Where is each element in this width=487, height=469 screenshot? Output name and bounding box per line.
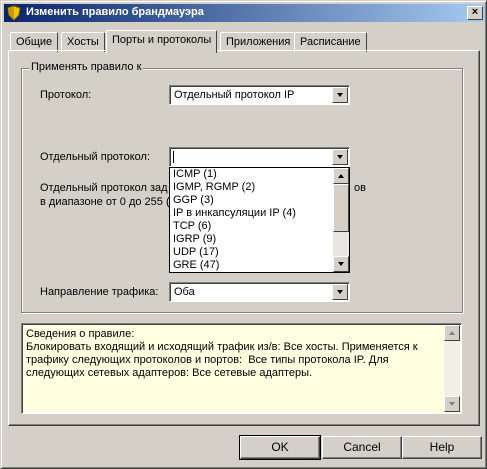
help-button[interactable]: Help bbox=[402, 436, 482, 459]
single-protocol-dropdown-button[interactable] bbox=[332, 149, 348, 165]
chevron-up-icon bbox=[338, 174, 344, 178]
scroll-thumb[interactable] bbox=[333, 184, 349, 232]
rule-info-text: Сведения о правиле: Блокировать входящий… bbox=[26, 328, 418, 379]
tab-schedule[interactable]: Расписание bbox=[294, 32, 367, 52]
close-button[interactable]: × bbox=[467, 6, 483, 20]
single-protocol-hint-line1-end: ов bbox=[354, 182, 366, 194]
protocol-dropdown-button[interactable] bbox=[332, 87, 348, 103]
list-item[interactable]: GRE (47) bbox=[172, 259, 332, 272]
protocol-select-value: Отдельный протокол IP bbox=[174, 89, 295, 101]
firewall-rule-dialog: Изменить правило брандмауэра × Общие Хос… bbox=[0, 0, 487, 469]
text-caret bbox=[173, 151, 174, 163]
info-scrollbar[interactable] bbox=[444, 325, 460, 412]
list-item[interactable]: UDP (17) bbox=[172, 246, 332, 259]
tab-label: Расписание bbox=[300, 36, 361, 48]
direction-select-value: Оба bbox=[174, 286, 195, 298]
ok-button[interactable]: OK bbox=[239, 435, 321, 460]
single-protocol-combo[interactable] bbox=[169, 147, 350, 167]
list-item[interactable]: GGP (3) bbox=[172, 194, 332, 207]
close-icon: × bbox=[471, 6, 479, 18]
list-item[interactable]: IGRP (9) bbox=[172, 233, 332, 246]
list-item[interactable]: IGMP, RGMP (2) bbox=[172, 181, 332, 194]
rule-info-box[interactable]: Сведения о правиле: Блокировать входящий… bbox=[21, 323, 462, 414]
scroll-down-button[interactable] bbox=[333, 256, 349, 272]
tab-ports-protocols[interactable]: Порты и протоколы bbox=[106, 30, 218, 53]
scroll-down-button[interactable] bbox=[444, 396, 460, 412]
list-item[interactable]: TCP (6) bbox=[172, 220, 332, 233]
scroll-up-button[interactable] bbox=[444, 325, 460, 341]
chevron-down-icon bbox=[337, 93, 343, 97]
direction-select[interactable]: Оба bbox=[169, 282, 350, 302]
dropdown-scrollbar[interactable] bbox=[333, 168, 349, 272]
tab-label: Общие bbox=[16, 36, 53, 48]
firewall-shield-icon bbox=[7, 5, 21, 21]
cancel-button[interactable]: Cancel bbox=[322, 436, 402, 459]
protocol-label: Протокол: bbox=[40, 89, 91, 101]
list-item[interactable]: IP в инкапсуляции IP (4) bbox=[172, 207, 332, 220]
single-protocol-hint-line1: Отдельный протокол зад bbox=[40, 182, 168, 194]
chevron-down-icon bbox=[449, 402, 455, 406]
window-title: Изменить правило брандмауэра bbox=[26, 6, 204, 18]
protocol-select[interactable]: Отдельный протокол IP bbox=[169, 85, 350, 105]
list-item[interactable]: ICMP (1) bbox=[172, 168, 332, 181]
tab-label: Порты и протоколы bbox=[112, 34, 212, 46]
chevron-down-icon bbox=[338, 262, 344, 266]
tab-applications[interactable]: Приложения bbox=[220, 32, 297, 52]
direction-dropdown-button[interactable] bbox=[332, 284, 348, 300]
chevron-down-icon bbox=[337, 155, 343, 159]
tab-hosts[interactable]: Хосты bbox=[61, 32, 105, 52]
chevron-down-icon bbox=[337, 290, 343, 294]
chevron-up-icon bbox=[449, 331, 455, 335]
protocol-options: ICMP (1) IGMP, RGMP (2) GGP (3) IP в инк… bbox=[172, 168, 332, 272]
group-legend: Применять правило к bbox=[29, 61, 144, 73]
protocol-dropdown-list[interactable]: ICMP (1) IGMP, RGMP (2) GGP (3) IP в инк… bbox=[169, 167, 350, 273]
single-protocol-label: Отдельный протокол: bbox=[40, 151, 150, 163]
title-bar[interactable]: Изменить правило брандмауэра × bbox=[4, 4, 485, 22]
tab-general[interactable]: Общие bbox=[10, 32, 59, 52]
protocol-label-text: Протокол: bbox=[40, 89, 92, 101]
tab-label: Приложения bbox=[226, 36, 291, 48]
single-protocol-hint-line2: в диапазоне от 0 до 255 ( bbox=[40, 196, 170, 208]
direction-label: Направление трафика: bbox=[40, 286, 159, 298]
scroll-up-button[interactable] bbox=[333, 168, 349, 184]
tab-label: Хосты bbox=[67, 36, 99, 48]
